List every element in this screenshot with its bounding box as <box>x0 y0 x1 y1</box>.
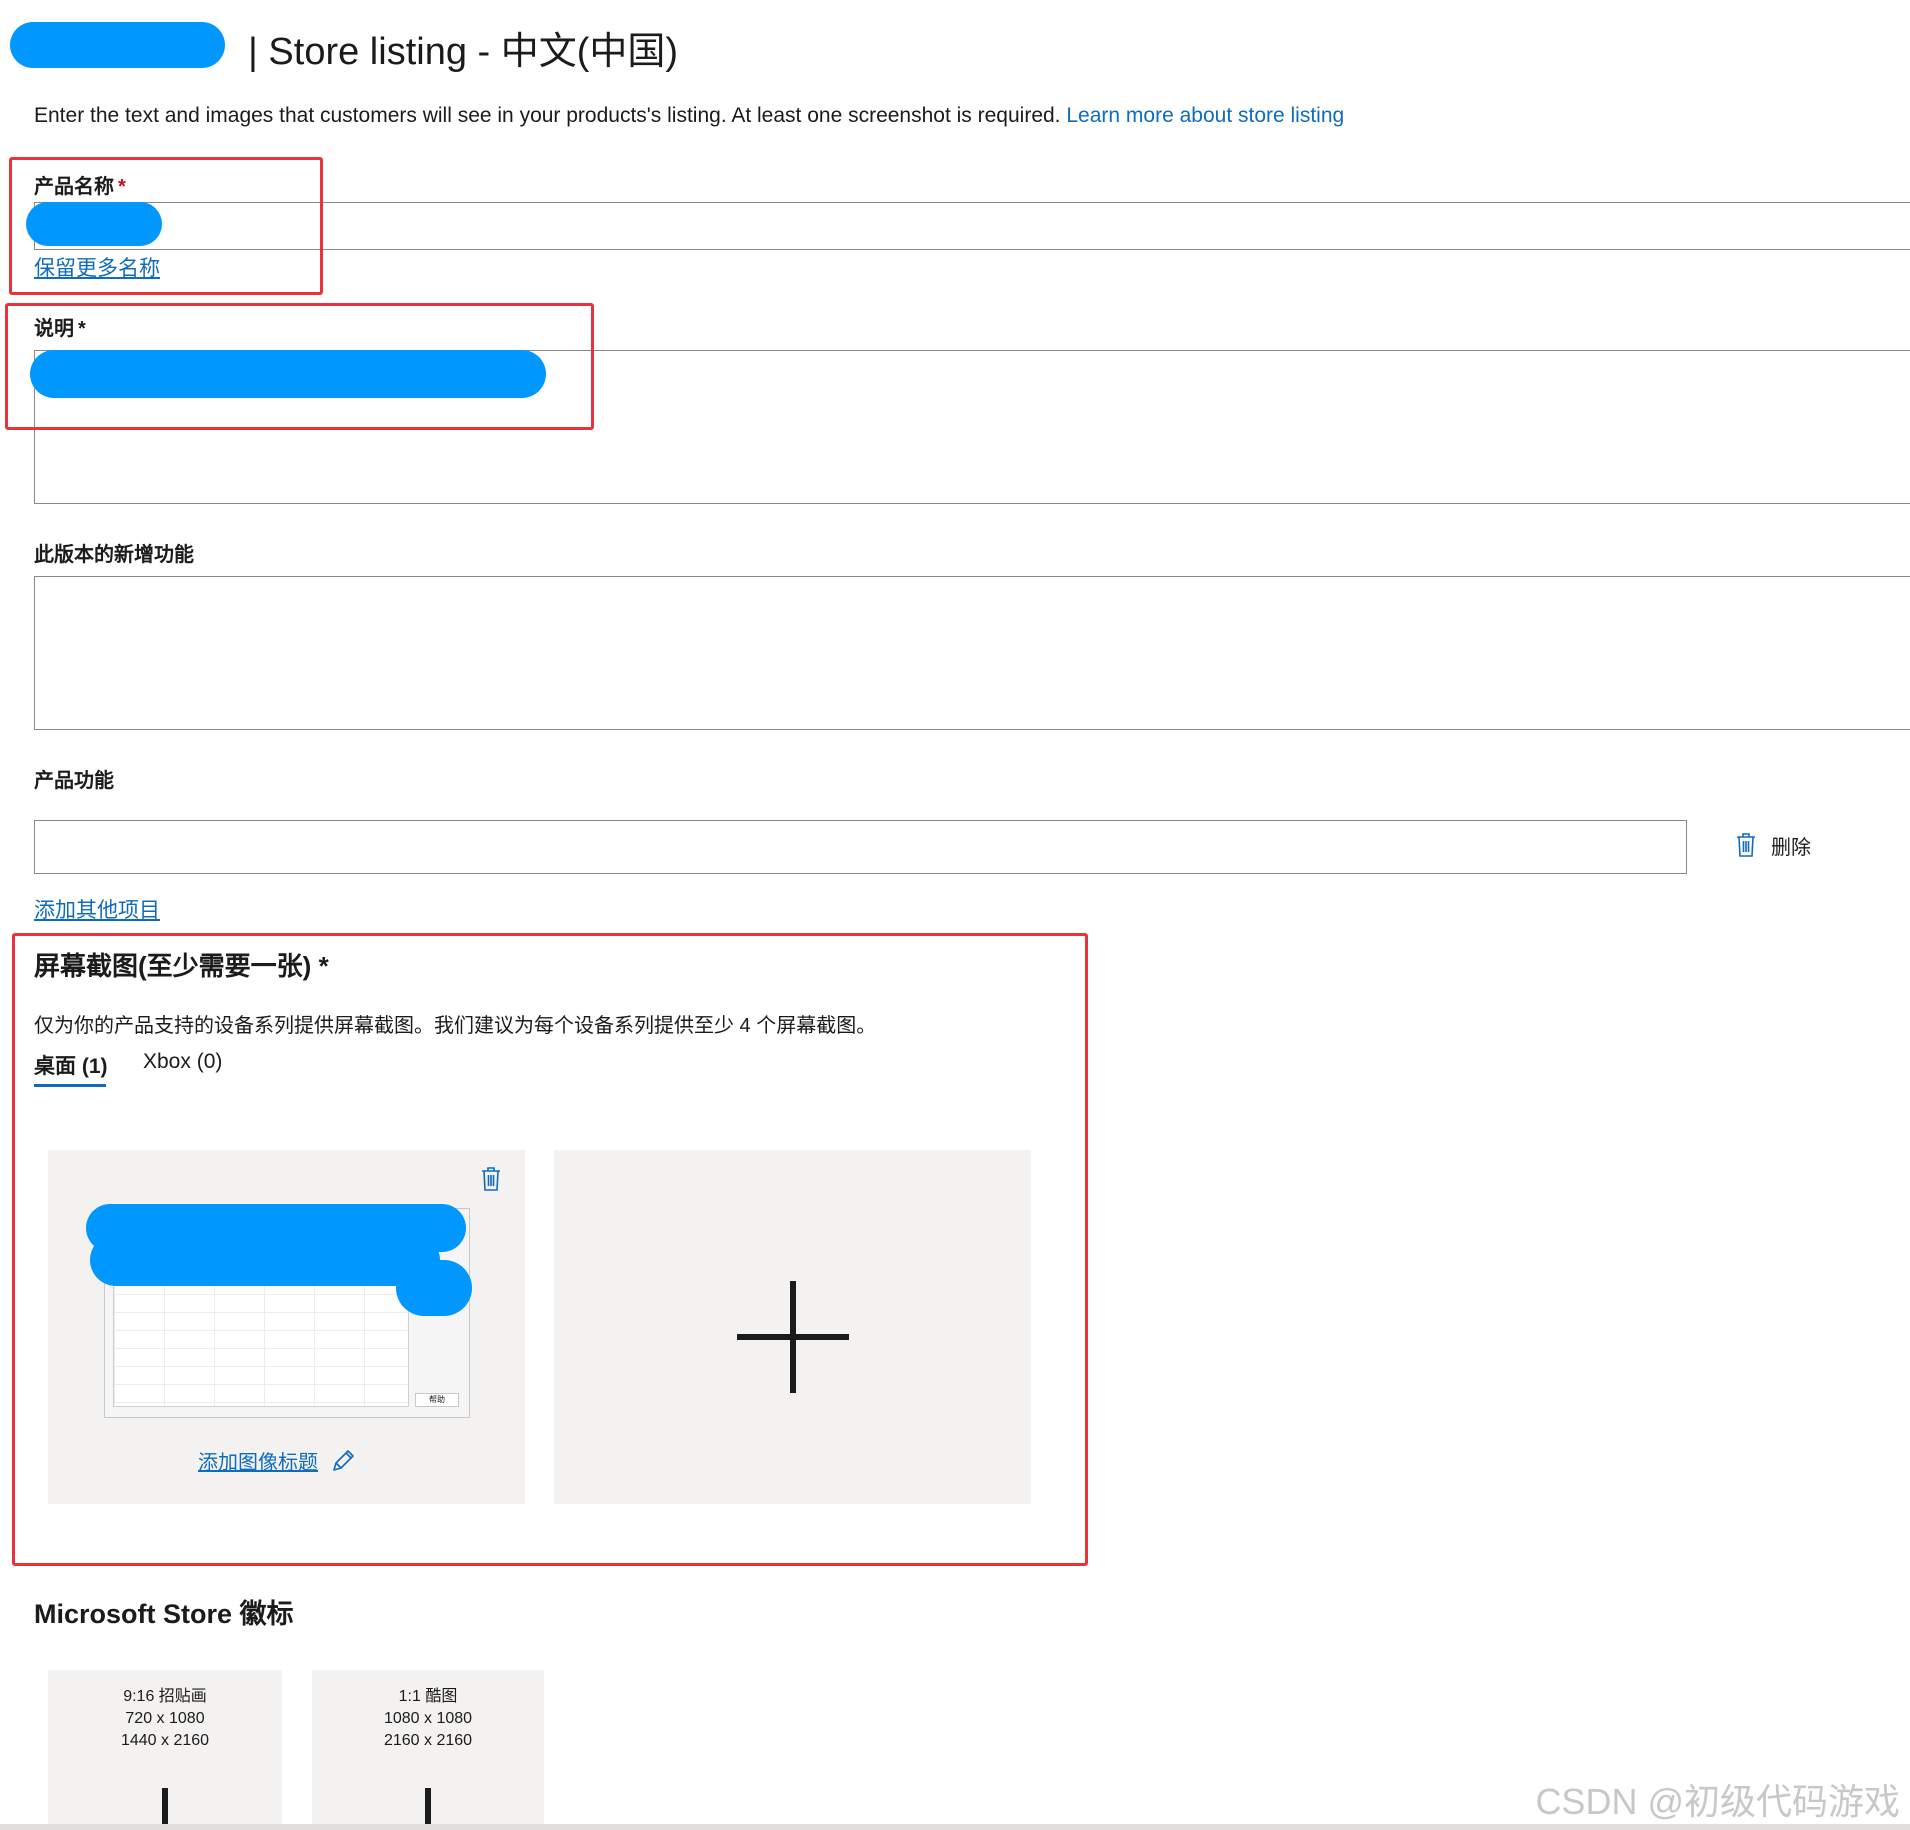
learn-more-link[interactable]: Learn more about store listing <box>1066 104 1344 127</box>
redacted-product-name <box>26 202 162 246</box>
redacted-app-name <box>10 22 225 68</box>
product-name-label: 产品名称 * <box>34 176 126 198</box>
store-logos-heading: Microsoft Store 徽标 <box>34 1599 294 1629</box>
description-label: 说明 * <box>34 318 86 340</box>
thumbnail-help-button: 帮助 <box>415 1393 459 1407</box>
add-caption-link[interactable]: 添加图像标题 <box>198 1446 356 1475</box>
trash-icon <box>1737 833 1755 857</box>
product-name-input[interactable] <box>34 202 1910 250</box>
whats-new-textarea[interactable] <box>34 576 1910 730</box>
plus-icon <box>737 1281 849 1393</box>
redacted-screenshot-part-3 <box>396 1260 472 1316</box>
delete-label: 删除 <box>1771 836 1811 859</box>
pencil-icon <box>333 1449 354 1471</box>
page-title: | Store listing - 中文(中国) <box>248 31 679 73</box>
intro-description: Enter the text and images that customers… <box>34 104 1061 127</box>
logo-tile-poster-title: 9:16 招贴画 <box>123 1688 207 1705</box>
logo-tile-box-art-size2: 2160 x 2160 <box>383 1732 473 1749</box>
intro-text: Enter the text and images that customers… <box>34 104 1344 128</box>
watermark: CSDN @初级代码游戏 <box>1535 1781 1900 1822</box>
tab-desktop[interactable]: 桌面 (1) <box>34 1050 108 1080</box>
add-caption-label: 添加图像标题 <box>198 1452 318 1474</box>
screenshots-hint: 仅为你的产品支持的设备系列提供屏幕截图。我们建议为每个设备系列提供至少 4 个屏… <box>34 1015 877 1037</box>
features-label: 产品功能 <box>34 770 114 792</box>
tab-desktop-underline <box>34 1084 106 1087</box>
tab-xbox[interactable]: Xbox (0) <box>143 1050 222 1074</box>
redacted-description <box>30 350 546 398</box>
logo-tile-poster-size2: 1440 x 2160 <box>120 1732 210 1749</box>
logo-tile-box-art-size1: 1080 x 1080 <box>383 1710 473 1727</box>
add-item-link[interactable]: 添加其他项目 <box>34 894 160 924</box>
logo-tile-box-art[interactable]: 1:1 酷图 1080 x 1080 2160 x 2160 <box>312 1670 544 1830</box>
screenshot-tile[interactable]: 帮助 添加图像标题 <box>48 1150 525 1504</box>
logo-tile-poster[interactable]: 9:16 招贴画 720 x 1080 1440 x 2160 <box>48 1670 282 1830</box>
delete-feature-button[interactable]: 删除 <box>1735 830 1811 860</box>
logo-tile-box-art-title: 1:1 酷图 <box>398 1688 458 1705</box>
add-screenshot-tile[interactable] <box>554 1150 1031 1504</box>
screenshots-heading: 屏幕截图(至少需要一张) * <box>34 951 329 981</box>
reserve-more-names-link[interactable]: 保留更多名称 <box>34 252 160 282</box>
feature-input[interactable] <box>34 820 1687 874</box>
logo-tile-poster-size1: 720 x 1080 <box>125 1710 205 1727</box>
whats-new-label: 此版本的新增功能 <box>34 544 194 566</box>
redacted-screenshot-part-2 <box>90 1234 440 1286</box>
delete-screenshot-icon[interactable] <box>480 1166 502 1192</box>
